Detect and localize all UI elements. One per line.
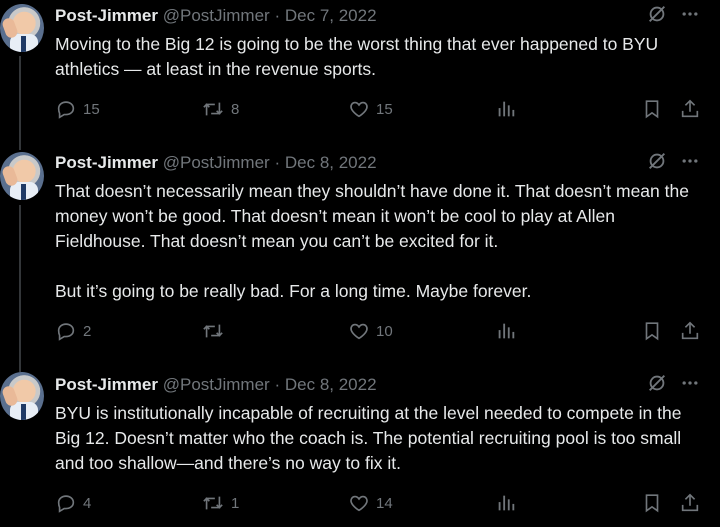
retweet-button[interactable]: 8 (201, 97, 239, 121)
bookmark-button[interactable] (641, 491, 663, 515)
views-icon (498, 495, 515, 511)
like-count: 15 (376, 100, 393, 118)
retweet-button[interactable]: 1 (201, 491, 239, 515)
reply-count: 15 (83, 100, 100, 118)
tweet-header: Post-Jimmer @PostJimmer · Dec 8, 2022 (55, 152, 377, 174)
tweet-text: That doesn’t necessarily mean they shoul… (55, 179, 705, 304)
tweet-paragraph: That doesn’t necessarily mean they shoul… (55, 181, 689, 251)
like-button[interactable]: 10 (348, 319, 393, 343)
avatar[interactable] (0, 4, 44, 52)
reply-button[interactable]: 2 (55, 319, 91, 343)
tweet-2[interactable]: Post-Jimmer @PostJimmer · Dec 8, 2022 Th… (0, 140, 720, 362)
share-icon (681, 493, 699, 512)
tweet-text: Moving to the Big 12 is going to be the … (55, 32, 705, 82)
display-name[interactable]: Post-Jimmer (55, 375, 158, 394)
share-button[interactable] (679, 97, 701, 121)
more-icon[interactable] (680, 373, 700, 398)
tweet-header: Post-Jimmer @PostJimmer · Dec 8, 2022 (55, 374, 377, 396)
tweet-paragraph: But it’s going to be really bad. For a l… (55, 281, 532, 301)
handle[interactable]: @PostJimmer (163, 153, 270, 172)
tweet-paragraph: BYU is institutionally incapable of recr… (55, 403, 682, 473)
reply-icon (57, 323, 75, 341)
tweet-top-actions (646, 374, 700, 396)
share-button[interactable] (679, 491, 701, 515)
display-name[interactable]: Post-Jimmer (55, 153, 158, 172)
grok-icon[interactable] (646, 150, 668, 177)
tweet-3[interactable]: Post-Jimmer @PostJimmer · Dec 8, 2022 BY… (0, 362, 720, 527)
tweet-paragraph: Moving to the Big 12 is going to be the … (55, 34, 659, 79)
like-count: 14 (376, 494, 393, 512)
reply-icon (57, 101, 75, 119)
views-icon (498, 323, 515, 339)
bookmark-icon (645, 494, 659, 513)
tweet-top-actions (646, 5, 700, 27)
like-icon (350, 101, 368, 118)
reply-icon (57, 495, 75, 513)
retweet-count: 8 (231, 100, 240, 118)
handle[interactable]: @PostJimmer (163, 6, 270, 25)
views-button[interactable] (495, 97, 517, 121)
bookmark-icon (645, 100, 659, 119)
like-button[interactable]: 15 (348, 97, 393, 121)
action-bar: 2 10 (55, 319, 705, 343)
retweet-button[interactable] (201, 319, 231, 343)
separator: · (274, 375, 281, 394)
share-icon (681, 99, 699, 118)
like-icon (350, 495, 368, 512)
reply-count: 2 (83, 322, 92, 340)
grok-icon[interactable] (646, 372, 668, 399)
timestamp[interactable]: Dec 7, 2022 (285, 6, 377, 25)
reply-button[interactable]: 4 (55, 491, 91, 515)
reply-button[interactable]: 15 (55, 97, 100, 121)
retweet-icon (203, 324, 223, 338)
separator: · (274, 153, 281, 172)
more-icon[interactable] (680, 4, 700, 29)
tweet-1[interactable]: Post-Jimmer @PostJimmer · Dec 7, 2022 Mo… (0, 0, 720, 140)
retweet-icon (203, 102, 223, 116)
like-icon (350, 323, 368, 340)
bookmark-button[interactable] (641, 319, 663, 343)
retweet-count: 1 (231, 494, 240, 512)
tweet-text: BYU is institutionally incapable of recr… (55, 401, 705, 476)
handle[interactable]: @PostJimmer (163, 375, 270, 394)
separator: · (274, 6, 281, 25)
bookmark-button[interactable] (641, 97, 663, 121)
display-name[interactable]: Post-Jimmer (55, 6, 158, 25)
avatar[interactable] (0, 152, 44, 200)
action-bar: 4 1 14 (55, 491, 705, 515)
views-button[interactable] (495, 491, 517, 515)
retweet-icon (203, 496, 223, 510)
avatar[interactable] (0, 372, 44, 420)
tweet-header: Post-Jimmer @PostJimmer · Dec 7, 2022 (55, 5, 377, 27)
bookmark-icon (645, 322, 659, 341)
more-icon[interactable] (680, 151, 700, 176)
action-bar: 15 8 15 (55, 97, 705, 121)
reply-count: 4 (83, 494, 92, 512)
timestamp[interactable]: Dec 8, 2022 (285, 375, 377, 394)
share-button[interactable] (679, 319, 701, 343)
share-icon (681, 321, 699, 340)
views-button[interactable] (495, 319, 517, 343)
like-button[interactable]: 14 (348, 491, 393, 515)
like-count: 10 (376, 322, 393, 340)
timestamp[interactable]: Dec 8, 2022 (285, 153, 377, 172)
grok-icon[interactable] (646, 3, 668, 30)
tweet-top-actions (646, 152, 700, 174)
views-icon (498, 101, 515, 117)
